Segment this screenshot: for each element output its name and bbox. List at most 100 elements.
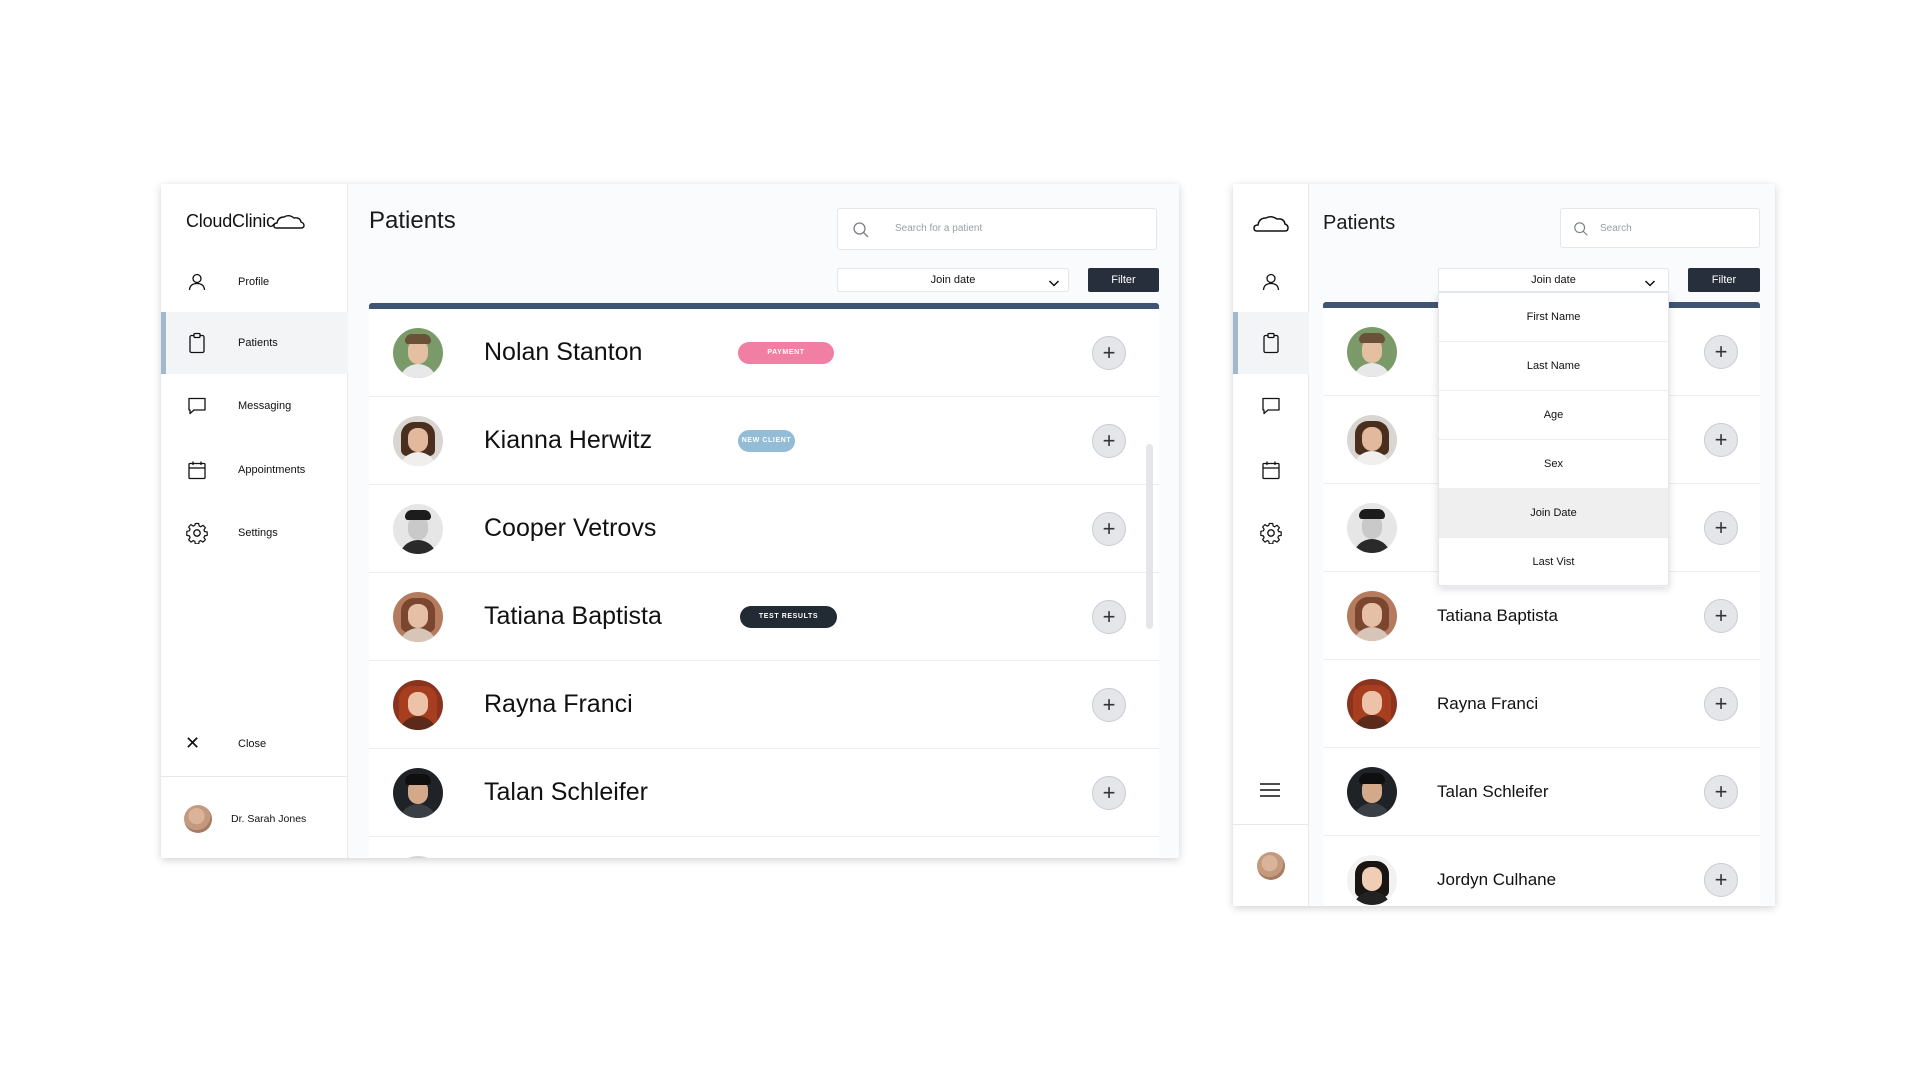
add-button[interactable]: + [1704, 599, 1738, 633]
calendar-icon [1259, 458, 1283, 482]
add-button[interactable]: + [1092, 688, 1126, 722]
sidebar-item-patients[interactable]: Patients [161, 312, 348, 374]
sidebar: CloudClinic Profile Patients Messaging A… [161, 184, 348, 858]
sidebar [1233, 184, 1309, 906]
hamburger-icon [1260, 783, 1280, 797]
patient-avatar [393, 768, 443, 818]
patient-row[interactable]: Kianna Herwitz NEW CLIENT + [369, 397, 1159, 485]
clipboard-icon [185, 331, 209, 355]
filter-button[interactable]: Filter [1688, 268, 1760, 292]
patient-row[interactable]: Nolan Stanton PAYMENT OUTSTANDING + [369, 309, 1159, 397]
sidebar-item-messaging[interactable] [1233, 375, 1309, 437]
sidebar-item-appointments[interactable] [1233, 439, 1309, 501]
add-button[interactable]: + [1704, 863, 1738, 897]
app-logo[interactable]: CloudClinic [186, 211, 305, 232]
cloud-icon [273, 214, 305, 229]
add-button[interactable]: + [1092, 776, 1126, 810]
sidebar-item-patients[interactable] [1233, 312, 1309, 374]
patient-row[interactable]: Jordyn Culhane + [1323, 836, 1760, 906]
sidebar-item-appointments[interactable]: Appointments [161, 439, 348, 501]
patient-avatar [1347, 415, 1397, 465]
search-placeholder: Search [1600, 223, 1632, 234]
patient-row[interactable]: Cooper Vetrovs + [369, 485, 1159, 573]
chevron-down-icon [1644, 275, 1656, 293]
add-button[interactable]: + [1704, 423, 1738, 457]
patient-name: Rayna Franci [484, 690, 633, 718]
sort-option-join-date[interactable]: Join Date [1439, 489, 1668, 538]
sidebar-item-label: Appointments [238, 464, 306, 476]
sort-dropdown-menu: First Name Last Name Age Sex Join Date L… [1438, 292, 1669, 587]
chat-icon [185, 394, 209, 418]
search-input[interactable]: Search [1560, 208, 1760, 248]
patient-avatar [393, 416, 443, 466]
patient-avatar [1347, 503, 1397, 553]
patient-name: Jordyn Culhane [1437, 870, 1557, 889]
patient-avatar [1347, 679, 1397, 729]
status-badge: PAYMENT OUTSTANDING [738, 342, 834, 378]
user-profile[interactable] [1233, 824, 1309, 906]
filter-button[interactable]: Filter [1088, 268, 1159, 292]
patients-view-expanded: CloudClinic Profile Patients Messaging A… [161, 184, 1179, 858]
sidebar-item-settings[interactable]: Settings [161, 502, 348, 564]
scrollbar[interactable] [1146, 444, 1153, 629]
patient-name: Tatiana Baptista [1437, 606, 1558, 625]
add-button[interactable]: + [1704, 335, 1738, 369]
sort-option-last-visit[interactable]: Last Vist [1439, 538, 1668, 587]
sidebar-item-profile[interactable]: Profile [161, 251, 348, 313]
clipboard-icon [1259, 331, 1283, 355]
patient-avatar [1347, 767, 1397, 817]
patients-view-collapsed: Patients Search Join date Filter First N… [1233, 184, 1775, 906]
patient-row[interactable]: Rayna Franci + [1323, 660, 1760, 748]
search-input[interactable]: Search for a patient [837, 208, 1157, 250]
sort-select-value: Join date [930, 274, 976, 286]
sidebar-item-messaging[interactable]: Messaging [161, 375, 348, 437]
page-title: Patients [1323, 212, 1396, 234]
patient-name: Talan Schleifer [1437, 782, 1549, 801]
sort-select[interactable]: Join date [837, 268, 1069, 292]
sort-option-sex[interactable]: Sex [1439, 440, 1668, 489]
avatar [184, 805, 212, 833]
add-button[interactable]: + [1704, 687, 1738, 721]
add-button[interactable]: + [1704, 775, 1738, 809]
patient-row[interactable]: Rayna Franci + [369, 661, 1159, 749]
sort-option-last-name[interactable]: Last Name [1439, 342, 1668, 391]
search-icon [852, 221, 870, 244]
close-sidebar-button[interactable]: ✕ Close [161, 725, 348, 765]
add-button[interactable]: + [1092, 336, 1126, 370]
status-badge: NEW CLIENT [738, 430, 795, 452]
sort-option-first-name[interactable]: First Name [1439, 293, 1668, 342]
avatar [1257, 852, 1285, 880]
search-placeholder: Search for a patient [895, 223, 983, 234]
search-icon [1573, 221, 1589, 242]
status-badge: TEST RESULTS RECEIVED [740, 606, 837, 642]
app-logo[interactable] [1253, 214, 1289, 239]
patient-name: Cooper Vetrovs [484, 514, 657, 542]
add-button[interactable]: + [1092, 424, 1126, 458]
patient-row[interactable]: Talan Schleifer + [369, 749, 1159, 837]
chat-icon [1259, 394, 1283, 418]
patient-row[interactable]: Talan Schleifer + [1323, 748, 1760, 836]
user-name: Dr. Sarah Jones [231, 813, 307, 825]
cloud-icon [1253, 215, 1289, 232]
sidebar-item-settings[interactable] [1233, 502, 1309, 564]
add-button[interactable]: + [1704, 511, 1738, 545]
add-button[interactable]: + [1092, 600, 1126, 634]
patient-name: Kianna Herwitz [484, 426, 653, 454]
patient-name: Tatiana Baptista [484, 602, 662, 630]
patient-row[interactable]: Tatiana Baptista TEST RESULTS RECEIVED + [369, 573, 1159, 661]
patient-avatar [393, 856, 443, 858]
sidebar-item-profile[interactable] [1233, 251, 1309, 313]
sidebar-item-label: Settings [238, 527, 278, 539]
user-icon [1259, 270, 1283, 294]
sort-option-age[interactable]: Age [1439, 391, 1668, 440]
patient-name: Talan Schleifer [484, 778, 648, 806]
gear-icon [1259, 521, 1283, 545]
sort-select[interactable]: Join date [1438, 268, 1669, 292]
add-button[interactable]: + [1092, 512, 1126, 546]
gear-icon [185, 521, 209, 545]
user-profile[interactable]: Dr. Sarah Jones [161, 776, 348, 858]
patient-row[interactable] [369, 837, 1159, 858]
menu-button[interactable] [1259, 782, 1281, 803]
patient-name: Nolan Stanton [484, 338, 643, 366]
sidebar-item-label: Patients [238, 337, 278, 349]
